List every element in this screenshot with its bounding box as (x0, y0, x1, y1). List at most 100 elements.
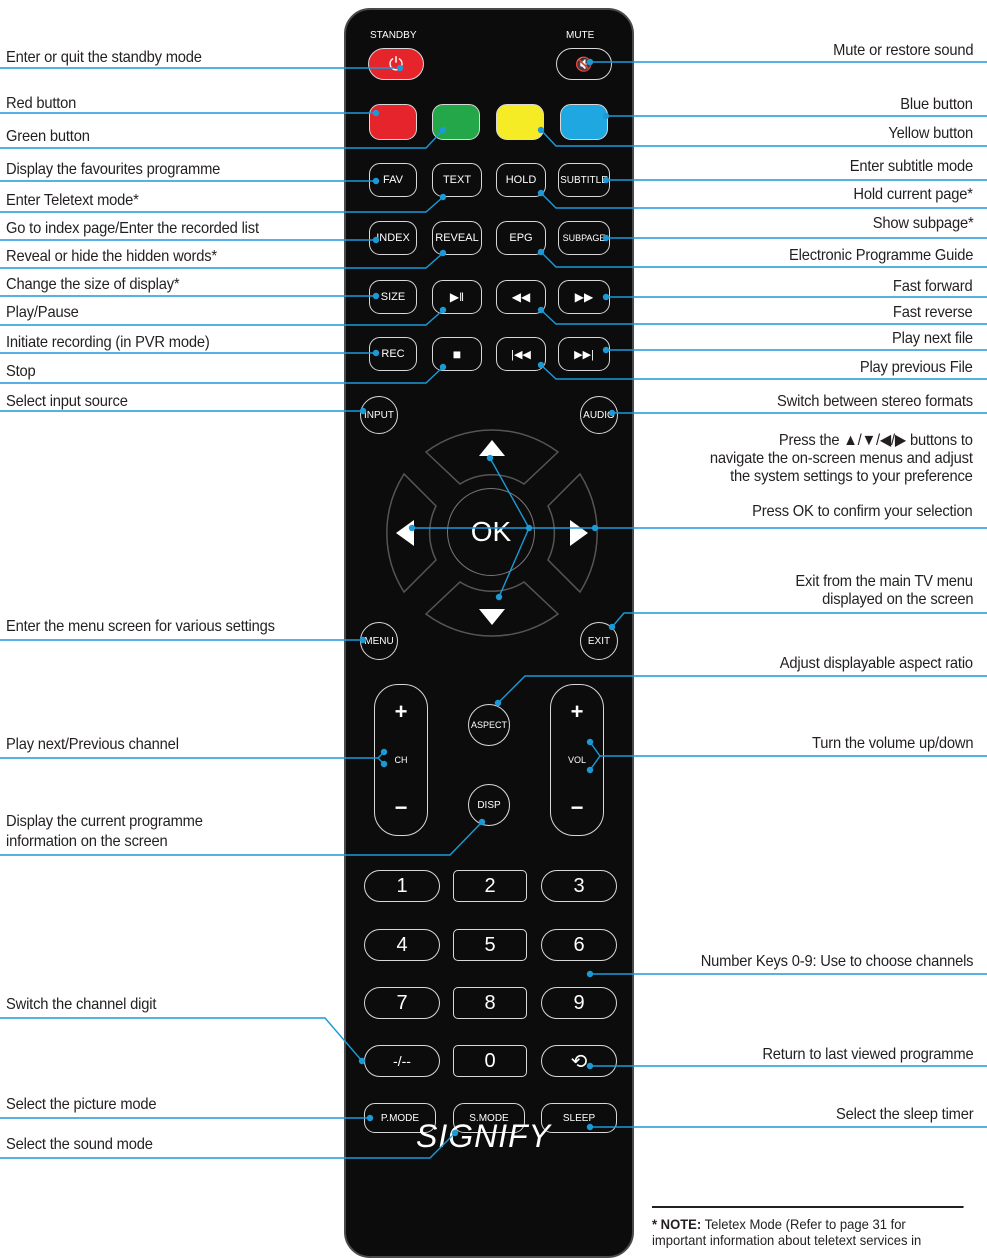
yellow-button[interactable] (496, 104, 544, 140)
key-1[interactable]: 1 (364, 870, 440, 902)
label-size: Change the size of display* (6, 276, 180, 293)
standby-caption: STANDBY (370, 30, 417, 41)
blue-button[interactable] (560, 104, 608, 140)
label-navigate-line2: navigate the on-screen menus and adjust (710, 450, 973, 467)
epg-button[interactable]: EPG (496, 221, 546, 255)
ok-button[interactable]: OK (447, 488, 535, 576)
next-file-button[interactable]: ▶▶| (558, 337, 610, 371)
menu-button[interactable]: MENU (360, 622, 398, 660)
rec-button[interactable]: REC (369, 337, 417, 371)
label-volume: Turn the volume up/down (811, 735, 974, 752)
label-rec: Initiate recording (in PVR mode) (6, 334, 210, 351)
label-disp-line2: information on the screen (6, 833, 168, 850)
label-subpage: Show subpage* (872, 215, 973, 232)
label-fast-forward: Fast forward (893, 278, 973, 295)
label-menu: Enter the menu screen for various settin… (6, 618, 275, 635)
label-ok: Press OK to confirm your selection (752, 503, 974, 520)
size-button[interactable]: SIZE (369, 280, 417, 314)
label-channel: Play next/Previous channel (6, 736, 179, 753)
mute-icon: 🔇 (575, 55, 593, 72)
label-sound-mode: Select the sound mode (6, 1136, 153, 1153)
volume-down-icon[interactable]: − (571, 795, 584, 821)
label-disp-line1: Display the current programme (6, 813, 203, 830)
key-9[interactable]: 9 (541, 987, 617, 1019)
text-button[interactable]: TEXT (432, 163, 482, 197)
key-7[interactable]: 7 (364, 987, 440, 1019)
sleep-button[interactable]: SLEEP (541, 1103, 617, 1133)
label-next-file: Play next file (892, 330, 973, 347)
channel-rocker[interactable]: + CH − (374, 684, 428, 836)
label-picture-mode: Select the picture mode (6, 1096, 157, 1113)
label-standby: Enter or quit the standby mode (6, 49, 202, 66)
label-stop: Stop (6, 363, 36, 380)
label-exit-line1: Exit from the main TV menu (795, 573, 974, 590)
exit-button[interactable]: EXIT (580, 622, 618, 660)
label-epg: Electronic Programme Guide (788, 247, 973, 264)
label-hold: Hold current page* (853, 186, 974, 203)
label-previous-file: Play previous File (860, 359, 973, 376)
brand-logo: SIGNIFY (416, 1118, 552, 1154)
recall-button[interactable]: ⟲ (541, 1045, 617, 1077)
line-exit (611, 612, 987, 628)
note-heading: * NOTE: (652, 1216, 702, 1232)
label-fav: Display the favourites programme (6, 161, 221, 178)
label-mute: Mute or restore sound (832, 42, 973, 59)
recall-icon: ⟲ (570, 1050, 588, 1073)
hold-button[interactable]: HOLD (496, 163, 546, 197)
key-3[interactable]: 3 (541, 870, 617, 902)
volume-rocker[interactable]: + VOL − (550, 684, 604, 836)
label-red-button: Red button (6, 95, 77, 112)
label-input: Select input source (6, 393, 128, 410)
subpage-button[interactable]: SUBPAGE (558, 221, 610, 255)
key-4[interactable]: 4 (364, 929, 440, 961)
teletext-note: * NOTE: Teletex Mode (Refer to page 31 f… (652, 1206, 964, 1248)
key-0[interactable]: 0 (453, 1045, 527, 1077)
line-digit (0, 1017, 363, 1062)
aspect-button[interactable]: ASPECT (468, 704, 510, 746)
channel-caption: CH (394, 755, 408, 765)
mute-caption: MUTE (566, 30, 595, 41)
label-yellow-button: Yellow button (888, 125, 973, 142)
channel-up-icon[interactable]: + (395, 699, 408, 725)
previous-file-button[interactable]: |◀◀ (496, 337, 546, 371)
label-sleep: Select the sleep timer (835, 1106, 974, 1123)
channel-digit-button[interactable]: -/-- (364, 1045, 440, 1077)
label-navigate-line3: the system settings to your preference (730, 468, 973, 485)
label-channel-digit: Switch the channel digit (6, 996, 157, 1013)
red-button[interactable] (369, 104, 417, 140)
label-blue-button: Blue button (900, 96, 974, 113)
label-reveal: Reveal or hide the hidden words* (6, 248, 217, 265)
label-subtitle: Enter subtitle mode (849, 158, 974, 175)
mute-button[interactable]: 🔇 (556, 48, 612, 80)
label-exit-line2: displayed on the screen (821, 591, 973, 608)
disp-button[interactable]: DISP (468, 784, 510, 826)
dpad-up[interactable] (424, 429, 560, 485)
green-button[interactable] (432, 104, 480, 140)
label-audio: Switch between stereo formats (777, 393, 973, 410)
label-navigate-line1: Press the ▲/▼/◀/▶ buttons to (779, 432, 973, 449)
key-6[interactable]: 6 (541, 929, 617, 961)
key-2[interactable]: 2 (453, 870, 527, 902)
stop-button[interactable]: ■ (432, 337, 482, 371)
subtitle-button[interactable]: SUBTITLE (558, 163, 610, 197)
label-green-button: Green button (6, 128, 90, 145)
label-play-pause: Play/Pause (6, 304, 79, 321)
label-number-keys: Number Keys 0-9: Use to choose channels (700, 953, 973, 970)
play-pause-button[interactable]: ▶‖ (432, 280, 482, 314)
key-5[interactable]: 5 (453, 929, 527, 961)
index-button[interactable]: INDEX (369, 221, 417, 255)
label-recall: Return to last viewed programme (761, 1046, 973, 1063)
power-icon: ⏻ (388, 53, 404, 74)
volume-caption: VOL (567, 755, 586, 765)
fav-button[interactable]: FAV (369, 163, 417, 197)
key-8[interactable]: 8 (453, 987, 527, 1019)
standby-button[interactable]: ⏻ (368, 48, 424, 80)
label-aspect: Adjust displayable aspect ratio (779, 655, 973, 672)
label-fast-reverse: Fast reverse (893, 304, 973, 321)
volume-up-icon[interactable]: + (571, 699, 584, 725)
reveal-button[interactable]: REVEAL (432, 221, 482, 255)
fast-forward-button[interactable]: ▶▶ (558, 280, 610, 314)
fast-reverse-button[interactable]: ◀◀ (496, 280, 546, 314)
label-index: Go to index page/Enter the recorded list (6, 220, 259, 237)
channel-down-icon[interactable]: − (395, 795, 408, 821)
